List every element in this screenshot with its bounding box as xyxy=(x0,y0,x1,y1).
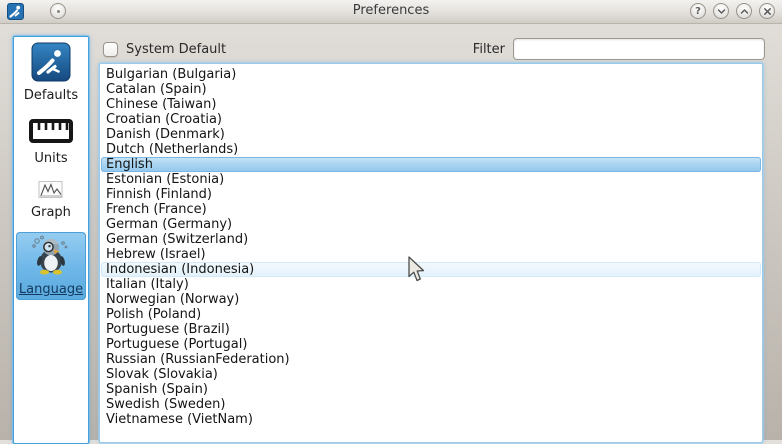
language-list-item-label: English xyxy=(106,157,153,172)
language-list-item-label: German (Germany) xyxy=(106,217,232,232)
language-list-item-label: Dutch (Netherlands) xyxy=(106,142,238,157)
language-list-item-label: Finnish (Finland) xyxy=(106,187,212,202)
language-list-item-label: Portuguese (Portugal) xyxy=(106,337,247,352)
titlebar[interactable]: Preferences ? xyxy=(0,0,782,24)
language-list-item[interactable]: Croatian (Croatia) xyxy=(101,112,761,127)
language-list-item[interactable]: English xyxy=(101,157,761,172)
sidebar-item-units[interactable]: Units xyxy=(16,115,86,169)
chevron-up-icon[interactable] xyxy=(736,3,752,19)
language-list-item[interactable]: Portuguese (Brazil) xyxy=(101,322,761,337)
language-list-item[interactable]: German (Germany) xyxy=(101,217,761,232)
sidebar-item-label: Graph xyxy=(31,205,71,220)
language-list-item-label: Polish (Poland) xyxy=(106,307,201,322)
language-list-item[interactable]: Indonesian (Indonesia) xyxy=(101,262,761,277)
window-title: Preferences xyxy=(0,3,782,18)
language-list-item[interactable]: Estonian (Estonia) xyxy=(101,172,761,187)
language-list-item[interactable]: Swedish (Sweden) xyxy=(101,397,761,412)
diver-icon xyxy=(31,42,71,86)
language-list-item-label: Russian (RussianFederation) xyxy=(106,352,290,367)
sidebar-item-language[interactable]: Language xyxy=(16,232,86,300)
language-list-item[interactable]: German (Switzerland) xyxy=(101,232,761,247)
language-list-item[interactable]: Russian (RussianFederation) xyxy=(101,352,761,367)
language-list-item[interactable]: French (France) xyxy=(101,202,761,217)
sidebar-item-label: Units xyxy=(34,151,67,166)
preferences-sidebar: Defaults Units Graph xyxy=(13,36,89,444)
language-list-item-label: Spanish (Spain) xyxy=(106,382,208,397)
language-list-item[interactable]: Chinese (Taiwan) xyxy=(101,97,761,112)
system-default-checkbox[interactable] xyxy=(103,42,118,57)
language-list-item-label: Portuguese (Brazil) xyxy=(106,322,230,337)
chevron-down-icon[interactable] xyxy=(713,3,729,19)
language-list-item-label: Estonian (Estonia) xyxy=(106,172,224,187)
sidebar-item-label: Language xyxy=(19,282,83,297)
language-list-item-label: Bulgarian (Bulgaria) xyxy=(106,67,236,82)
language-list-item[interactable]: Finnish (Finland) xyxy=(101,187,761,202)
filter-label: Filter xyxy=(473,42,505,57)
language-list-item-label: Croatian (Croatia) xyxy=(106,112,222,127)
language-list-item[interactable]: Danish (Denmark) xyxy=(101,127,761,142)
language-list-item-label: French (France) xyxy=(106,202,207,217)
filter-input[interactable] xyxy=(513,38,765,60)
language-list-item[interactable]: Polish (Poland) xyxy=(101,307,761,322)
penguin-icon xyxy=(30,234,72,280)
language-list-item[interactable]: Vietnamese (VietNam) xyxy=(101,412,761,427)
language-list: Bulgarian (Bulgaria) Catalan (Spain) Chi… xyxy=(99,63,763,443)
language-list-item[interactable]: Bulgarian (Bulgaria) xyxy=(101,67,761,82)
ruler-icon xyxy=(28,117,74,149)
sidebar-item-defaults[interactable]: Defaults xyxy=(16,40,86,106)
help-button[interactable]: ? xyxy=(690,3,706,19)
sidebar-item-label: Defaults xyxy=(24,88,78,103)
language-list-item[interactable]: Spanish (Spain) xyxy=(101,382,761,397)
language-list-item-label: Catalan (Spain) xyxy=(106,82,207,97)
close-x-icon[interactable] xyxy=(759,3,775,19)
language-list-item-label: Slovak (Slovakia) xyxy=(106,367,218,382)
language-list-item-label: Chinese (Taiwan) xyxy=(106,97,216,112)
language-list-item-label: Hebrew (Israel) xyxy=(106,247,206,262)
language-list-item[interactable]: Slovak (Slovakia) xyxy=(101,367,761,382)
language-list-item-label: Italian (Italy) xyxy=(106,277,189,292)
language-list-item-label: Indonesian (Indonesia) xyxy=(106,262,254,277)
language-list-item[interactable]: Dutch (Netherlands) xyxy=(101,142,761,157)
language-list-item[interactable]: Italian (Italy) xyxy=(101,277,761,292)
language-list-item-label: Danish (Denmark) xyxy=(106,127,225,142)
language-list-item-label: Vietnamese (VietNam) xyxy=(106,412,253,427)
system-default-label[interactable]: System Default xyxy=(126,42,226,57)
language-list-item[interactable]: Norwegian (Norway) xyxy=(101,292,761,307)
language-list-item-label: German (Switzerland) xyxy=(106,232,248,247)
language-list-item-label: Norwegian (Norway) xyxy=(106,292,239,307)
language-list-item[interactable]: Catalan (Spain) xyxy=(101,82,761,97)
language-list-item[interactable]: Portuguese (Portugal) xyxy=(101,337,761,352)
language-list-rows: Bulgarian (Bulgaria) Catalan (Spain) Chi… xyxy=(100,67,762,427)
language-list-item-label: Swedish (Sweden) xyxy=(106,397,225,412)
graph-icon xyxy=(38,180,64,203)
language-list-item[interactable]: Hebrew (Israel) xyxy=(101,247,761,262)
sidebar-item-graph[interactable]: Graph xyxy=(16,178,86,223)
